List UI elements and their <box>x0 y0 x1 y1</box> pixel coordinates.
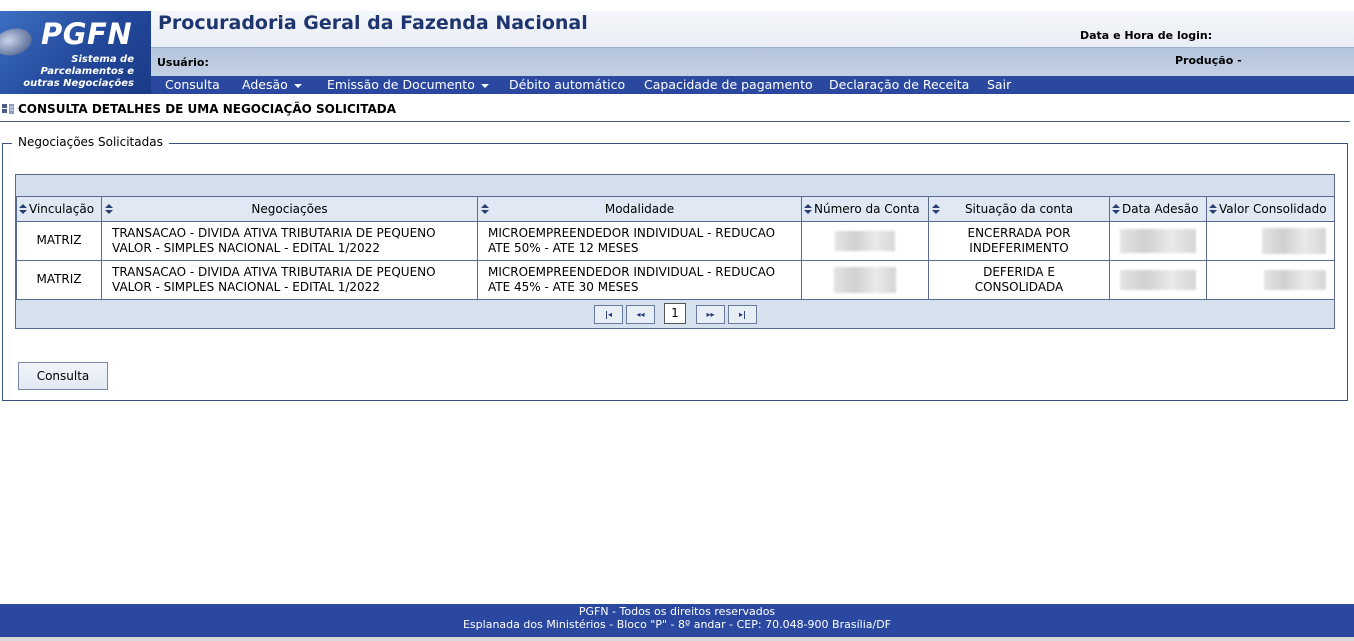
menu-item-sair[interactable]: Sair <box>987 76 1011 94</box>
cell-modalidade: MICROEMPREENDEDOR INDIVIDUAL - REDUCAO A… <box>477 259 802 300</box>
cell-negociacoes: TRANSACAO - DIVIDA ATIVA TRIBUTARIA DE P… <box>101 220 478 261</box>
column-header-data-adesao[interactable]: Data Adesão <box>1109 197 1207 222</box>
column-header-label: Valor Consolidado <box>1219 201 1327 216</box>
sort-icon <box>481 204 489 215</box>
fieldset-legend: Negociações Solicitadas <box>12 135 169 149</box>
title-area: Procuradoria Geral da Fazenda Nacional D… <box>151 11 1354 47</box>
column-header-label: Número da Conta <box>814 201 920 216</box>
sort-icon <box>19 203 27 215</box>
chevron-down-icon <box>480 83 489 88</box>
menu-item-label: Capacidade de pagamento <box>644 77 813 92</box>
cell-valor-consolidado <box>1206 220 1335 261</box>
redacted-value <box>1120 269 1196 290</box>
logo-brand: PGFN <box>41 17 133 51</box>
table-row[interactable]: MATRIZ TRANSACAO - DIVIDA ATIVA TRIBUTAR… <box>16 220 1335 261</box>
page-footer: PGFN - Todos os direitos reservados Espl… <box>0 604 1354 637</box>
column-header-label: Negociações <box>251 201 328 216</box>
cell-numero-conta <box>801 259 929 300</box>
column-header-valor-consolidado[interactable]: Valor Consolidado <box>1206 197 1335 222</box>
column-header-label: Modalidade <box>604 201 675 216</box>
table-row[interactable]: MATRIZ TRANSACAO - DIVIDA ATIVA TRIBUTAR… <box>16 259 1335 300</box>
column-header-label: Situação da conta <box>964 201 1074 216</box>
redacted-value <box>834 266 896 293</box>
consulta-button[interactable]: Consulta <box>18 362 108 390</box>
sort-icon <box>105 204 113 215</box>
column-header-modalidade[interactable]: Modalidade <box>477 197 802 222</box>
menu-item-label: Emissão de Documento <box>327 77 475 92</box>
list-icon <box>2 104 14 114</box>
menu-item-emissao-documento[interactable]: Emissão de Documento <box>327 76 489 94</box>
table-pager: |◂ ◂◂ 1 ▸▸ ▸| <box>16 299 1334 328</box>
cell-situacao: ENCERRADA POR INDEFERIMENTO <box>928 220 1110 261</box>
column-header-vinculacao[interactable]: Vinculação <box>16 197 102 222</box>
menu-item-capacidade-pagamento[interactable]: Capacidade de pagamento <box>644 76 813 94</box>
logo-tagline: Sistema de Parcelamentos e outras Negoci… <box>23 54 134 90</box>
menu-item-consulta[interactable]: Consulta <box>165 76 220 94</box>
redacted-value <box>1264 269 1326 290</box>
menu-item-declaracao-receita[interactable]: Declaração de Receita <box>829 76 969 94</box>
menu-item-label: Adesão <box>242 77 288 92</box>
redacted-value <box>835 230 895 251</box>
chevron-down-icon <box>293 83 302 88</box>
cell-numero-conta <box>801 220 929 261</box>
menu-item-debito-automatico[interactable]: Débito automático <box>509 76 625 94</box>
last-page-button[interactable]: ▸| <box>728 305 757 324</box>
footer-address: Esplanada dos Ministérios - Bloco "P" - … <box>462 618 891 631</box>
user-bar: Usuário: Produção - <box>151 47 1354 76</box>
menu-item-adesao[interactable]: Adesão <box>242 76 302 94</box>
footer-rights: PGFN - Todos os direitos reservados <box>578 605 776 618</box>
current-page-number[interactable]: 1 <box>664 303 686 324</box>
table-header-row: Vinculação Negociações Modalidade Número… <box>16 197 1335 222</box>
page-title: CONSULTA DETALHES DE UMA NEGOCIAÇÃO SOLI… <box>18 102 397 116</box>
environment-label: Produção - <box>1175 54 1242 67</box>
menu-item-label: Consulta <box>165 77 220 92</box>
cell-data-adesao <box>1109 259 1207 300</box>
column-header-label: Vinculação <box>29 201 95 216</box>
column-header-numero-conta[interactable]: Número da Conta <box>801 197 929 222</box>
logo-tagline-line: Parcelamentos e <box>40 66 134 77</box>
first-page-button[interactable]: |◂ <box>594 305 623 324</box>
column-header-situacao-conta[interactable]: Situação da conta <box>928 197 1110 222</box>
cell-modalidade: MICROEMPREENDEDOR INDIVIDUAL - REDUCAO A… <box>477 220 802 261</box>
main-menu: Consulta Adesão Emissão de Documento Déb… <box>151 76 1354 94</box>
sort-icon <box>804 203 812 215</box>
cell-data-adesao <box>1109 220 1207 261</box>
top-strip <box>0 0 1354 11</box>
previous-page-button[interactable]: ◂◂ <box>626 305 655 324</box>
table-caption-bar <box>16 175 1334 197</box>
login-datetime-label: Data e Hora de login: <box>1080 29 1213 42</box>
next-page-button[interactable]: ▸▸ <box>696 305 725 324</box>
sort-icon <box>1209 203 1217 215</box>
sort-icon <box>1112 203 1120 215</box>
logo-tagline-line: outras Negociações <box>23 78 134 89</box>
logo-tagline-line: Sistema de <box>71 54 134 65</box>
negociacoes-table: Vinculação Negociações Modalidade Número… <box>16 197 1335 300</box>
menu-item-label: Declaração de Receita <box>829 77 970 92</box>
app-title: Procuradoria Geral da Fazenda Nacional <box>158 12 588 34</box>
cell-vinculacao: MATRIZ <box>16 220 102 261</box>
menu-item-label: Sair <box>987 77 1012 92</box>
cell-valor-consolidado <box>1206 259 1335 300</box>
sort-icon <box>932 204 940 215</box>
negociacoes-table-panel: Vinculação Negociações Modalidade Número… <box>15 174 1335 329</box>
cell-negociacoes: TRANSACAO - DIVIDA ATIVA TRIBUTARIA DE P… <box>101 259 478 300</box>
user-label: Usuário: <box>157 56 209 69</box>
page-heading: CONSULTA DETALHES DE UMA NEGOCIAÇÃO SOLI… <box>0 100 1350 122</box>
cell-situacao: DEFERIDA E CONSOLIDADA <box>928 259 1110 300</box>
column-header-label: Data Adesão <box>1122 201 1199 216</box>
bottom-strip <box>0 637 1354 641</box>
pgfn-logo[interactable]: PGFN Sistema de Parcelamentos e outras N… <box>0 11 151 94</box>
redacted-value <box>1262 227 1326 254</box>
menu-item-label: Débito automático <box>509 77 626 92</box>
redacted-value <box>1120 228 1196 253</box>
column-header-negociacoes[interactable]: Negociações <box>101 197 478 222</box>
cell-vinculacao: MATRIZ <box>16 259 102 300</box>
app-header: PGFN Sistema de Parcelamentos e outras N… <box>0 0 1354 94</box>
